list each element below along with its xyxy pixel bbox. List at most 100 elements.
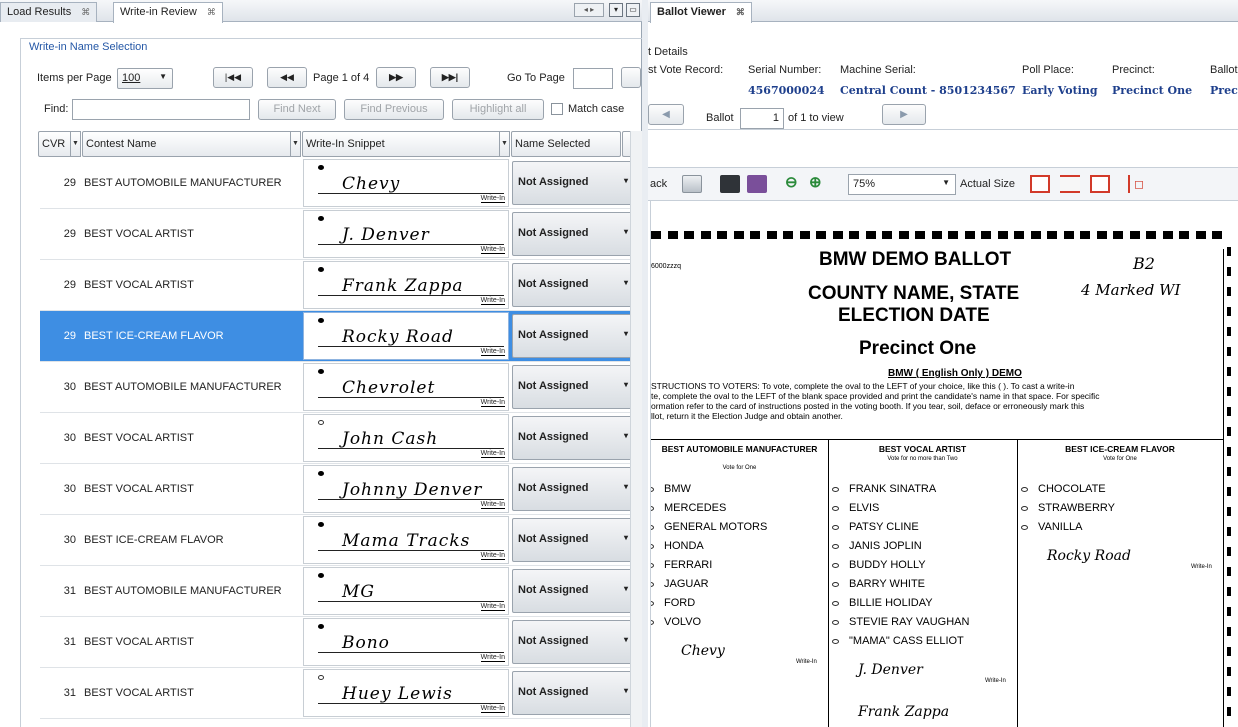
ballot-timing-mark <box>1030 231 1041 239</box>
ballot-oval-icon <box>651 543 654 549</box>
contest-cell: BEST VOCAL ARTIST <box>84 279 194 291</box>
ballot-oval-icon <box>318 675 324 680</box>
table-row[interactable]: 31 BEST AUTOMOBILE MANUFACTURER MG Write-In… <box>40 566 630 617</box>
write-in-snippet[interactable]: Mama Tracks Write-In <box>303 516 509 564</box>
next-ballot-button[interactable]: ▶ <box>882 104 926 125</box>
maximize-icon[interactable]: ▭ <box>626 3 640 17</box>
tab-write-in-review[interactable]: Write-in Review ⌘ <box>113 2 223 23</box>
close-icon[interactable]: ⌘ <box>736 7 745 17</box>
table-row[interactable]: 30 BEST ICE-CREAM FLAVOR Mama Tracks Write-… <box>40 515 630 566</box>
ballot-column-divider <box>828 439 829 727</box>
name-selected-dropdown[interactable]: Not Assigned ▾ <box>512 416 630 460</box>
actual-size-button[interactable]: Actual Size <box>960 178 1015 190</box>
prev-ballot-button[interactable]: ◀ <box>648 104 684 125</box>
zoom-out-icon[interactable]: ⊖ <box>785 175 805 193</box>
ballot-timing-mark <box>1227 387 1231 396</box>
find-next-button[interactable]: Find Next <box>258 99 336 120</box>
match-case-checkbox[interactable] <box>551 103 563 115</box>
ballot-option-label: HONDA <box>664 540 704 552</box>
write-in-snippet[interactable]: Johnny Denver Write-In <box>303 465 509 513</box>
ballot-oval-icon <box>1021 505 1028 511</box>
name-selected-dropdown[interactable]: Not Assigned ▾ <box>512 365 630 409</box>
table-row[interactable]: 29 BEST AUTOMOBILE MANUFACTURER Chevy Write… <box>40 158 630 209</box>
fit-height-icon[interactable] <box>1090 175 1110 193</box>
write-in-tag: Write-In <box>480 501 505 509</box>
zoom-select[interactable]: 75% ▼ <box>848 174 956 195</box>
items-per-page-select[interactable]: 100 ▼ <box>117 68 173 89</box>
table-row[interactable]: 29 BEST ICE-CREAM FLAVOR Rocky Road Write-I… <box>40 311 630 362</box>
table-row[interactable]: 31 BEST VOCAL ARTIST Huey Lewis Write-In Not… <box>40 668 630 719</box>
table-scrollbar[interactable] <box>630 131 642 727</box>
column-header-snippet[interactable]: Write-In Snippet <box>302 131 510 157</box>
minimize-icon[interactable]: ▾ <box>609 3 623 17</box>
write-in-snippet[interactable]: MG Write-In <box>303 567 509 615</box>
name-selected-value: Not Assigned <box>518 227 589 239</box>
name-selected-dropdown[interactable]: Not Assigned ▾ <box>512 314 630 358</box>
name-selected-dropdown[interactable]: Not Assigned ▾ <box>512 212 630 256</box>
name-selected-dropdown[interactable]: Not Assigned ▾ <box>512 620 630 664</box>
ballot-timing-mark <box>1227 467 1231 476</box>
poll-place-label: Poll Place: <box>1022 64 1074 76</box>
fit-page-icon[interactable] <box>1030 175 1050 193</box>
table-row[interactable]: 30 BEST VOCAL ARTIST John Cash Write-In Not … <box>40 413 630 464</box>
save-icon[interactable] <box>720 175 740 193</box>
highlight-all-button[interactable]: Highlight all <box>452 99 544 120</box>
ballot-option-label: "MAMA" CASS ELLIOT <box>849 635 964 647</box>
ballot-oval-icon <box>832 505 839 511</box>
write-in-snippet[interactable]: John Cash Write-In <box>303 414 509 462</box>
table-row[interactable]: 30 BEST VOCAL ARTIST Johnny Denver Write-In… <box>40 464 630 515</box>
table-row[interactable]: 29 BEST VOCAL ARTIST J. Denver Write-In Not … <box>40 209 630 260</box>
next-page-button[interactable]: ▶▶ <box>376 67 416 88</box>
tab-scroll-arrows-icon[interactable]: ◂ ▸ <box>574 3 604 17</box>
write-in-snippet[interactable]: J. Denver Write-In <box>303 210 509 258</box>
instruction-line: STRUCTIONS TO VOTERS: To vote, complete … <box>651 381 1075 391</box>
ballot-timing-mark <box>1227 527 1231 536</box>
crop-icon[interactable] <box>682 175 702 193</box>
write-in-snippet[interactable]: Chevy Write-In <box>303 159 509 207</box>
find-input[interactable] <box>72 99 250 120</box>
ballot-timing-mark <box>651 231 661 239</box>
zoom-in-icon[interactable]: ⊕ <box>809 175 829 193</box>
column-header-contest[interactable]: Contest Name <box>82 131 292 157</box>
ballot-option: PATSY CLINE <box>832 521 919 533</box>
last-page-button[interactable]: ▶▶| <box>430 67 470 88</box>
name-selected-dropdown[interactable]: Not Assigned ▾ <box>512 263 630 307</box>
tab-ballot-viewer[interactable]: Ballot Viewer ⌘ <box>650 2 752 23</box>
filter-icon[interactable]: ▼ <box>290 131 301 157</box>
close-icon[interactable]: ⌘ <box>81 7 90 17</box>
prev-page-button[interactable]: ◀◀ <box>267 67 307 88</box>
first-page-button[interactable]: |◀◀ <box>213 67 253 88</box>
close-icon[interactable]: ⌘ <box>207 7 216 17</box>
filter-icon[interactable]: ▼ <box>70 131 81 157</box>
rotate-icon[interactable]: ◻ <box>1128 175 1148 193</box>
column-header-name-selected[interactable]: Name Selected <box>511 131 621 157</box>
go-to-page-button[interactable] <box>621 67 641 88</box>
name-selected-dropdown[interactable]: Not Assigned ▾ <box>512 161 630 205</box>
table-row[interactable]: 31 BEST VOCAL ARTIST Bono Write-In Not Assig… <box>40 617 630 668</box>
name-selected-dropdown[interactable]: Not Assigned ▾ <box>512 467 630 511</box>
ballot-timing-mark <box>1227 547 1231 556</box>
name-selected-value: Not Assigned <box>518 380 589 392</box>
go-to-page-input[interactable] <box>573 68 613 89</box>
ballot-title: BMW DEMO BALLOT <box>819 249 1012 270</box>
find-previous-button[interactable]: Find Previous <box>344 99 444 120</box>
ballot-option: JAGUAR <box>651 578 709 590</box>
back-label[interactable]: ack <box>650 178 667 190</box>
name-selected-dropdown[interactable]: Not Assigned ▾ <box>512 671 630 715</box>
table-row[interactable]: 29 BEST VOCAL ARTIST Frank Zappa Write-In No… <box>40 260 630 311</box>
write-in-snippet[interactable]: Frank Zappa Write-In <box>303 261 509 309</box>
name-selected-dropdown[interactable]: Not Assigned ▾ <box>512 569 630 613</box>
fit-width-icon[interactable] <box>1060 175 1080 193</box>
name-selected-dropdown[interactable]: Not Assigned ▾ <box>512 518 630 562</box>
write-in-snippet[interactable]: Rocky Road Write-In <box>303 312 509 360</box>
write-in-tag: Write-In <box>480 603 505 611</box>
table-row[interactable]: 30 BEST AUTOMOBILE MANUFACTURER Chevrolet W… <box>40 362 630 413</box>
tab-load-results[interactable]: Load Results ⌘ <box>0 2 98 22</box>
print-icon[interactable] <box>747 175 767 193</box>
write-in-snippet[interactable]: Chevrolet Write-In <box>303 363 509 411</box>
ballot-index-input[interactable]: 1 <box>740 108 784 129</box>
write-in-snippet[interactable]: Bono Write-In <box>303 618 509 666</box>
filter-icon[interactable]: ▼ <box>499 131 510 157</box>
cvr-cell: 29 <box>63 177 76 189</box>
write-in-snippet[interactable]: Huey Lewis Write-In <box>303 669 509 717</box>
